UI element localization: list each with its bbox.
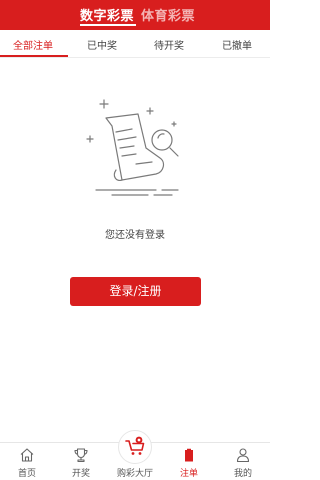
nav-item-bets[interactable]: 注单: [162, 443, 216, 480]
subtab-pending[interactable]: 待开奖: [154, 37, 184, 52]
tab-digital-lottery[interactable]: 数字彩票: [80, 5, 134, 24]
user-icon: [236, 448, 250, 463]
nav-label-home: 首页: [17, 469, 36, 479]
nav-label-bets: 注单: [179, 469, 198, 479]
nav-item-results[interactable]: 开奖: [54, 443, 108, 480]
subtab-won[interactable]: 已中奖: [87, 37, 117, 52]
subtab-cancelled[interactable]: 已撤单: [222, 37, 252, 52]
empty-document-search-icon: [86, 99, 179, 196]
top-header: 数字彩票 体育彩票: [0, 0, 270, 30]
login-register-button[interactable]: 登录/注册: [70, 277, 201, 306]
home-icon: [20, 448, 34, 462]
trophy-icon: [74, 448, 88, 463]
subtab-all-bets[interactable]: 全部注单: [13, 37, 53, 52]
bet-slip-icon: [185, 448, 193, 462]
nav-label-mine: 我的: [233, 469, 252, 479]
empty-state-message: 您还没有登录: [105, 230, 165, 241]
nav-label-results: 开奖: [71, 469, 90, 479]
cart-icon: [125, 436, 145, 455]
tab-sports-lottery[interactable]: 体育彩票: [141, 5, 195, 24]
subtab-indicator: [0, 55, 68, 57]
nav-label-lottery-hall: 购彩大厅: [116, 469, 153, 479]
bet-filter-tabs: 全部注单 已中奖 待开奖 已撤单: [0, 30, 270, 58]
nav-item-home[interactable]: 首页: [0, 443, 54, 480]
nav-item-mine[interactable]: 我的: [216, 443, 270, 480]
header-tab-indicator: [80, 24, 136, 26]
